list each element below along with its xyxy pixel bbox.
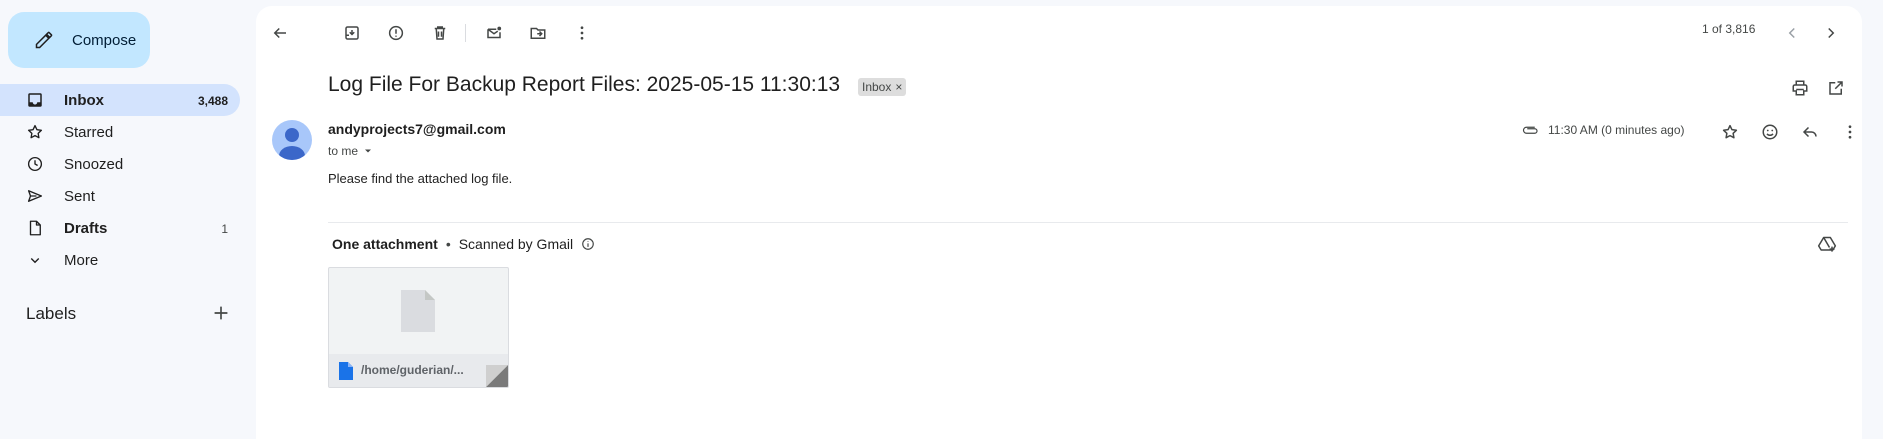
smiley-icon (1762, 124, 1778, 140)
star-icon (1722, 124, 1738, 139)
sidebar-item-snoozed[interactable]: Snoozed (0, 148, 240, 180)
sidebar-item-starred[interactable]: Starred (0, 116, 240, 148)
add-to-drive-icon[interactable] (1817, 235, 1837, 255)
file-placeholder-icon (401, 290, 435, 332)
chevron-down-icon (30, 258, 40, 264)
clock-icon (27, 156, 43, 172)
archive-icon (345, 26, 359, 40)
star-icon (27, 124, 43, 139)
report-spam-button[interactable] (381, 18, 411, 48)
person-icon (279, 128, 305, 160)
folder-move-icon (530, 27, 546, 39)
compose-button[interactable]: Compose (8, 12, 150, 68)
label-chip-text: Inbox (862, 80, 892, 94)
unread-count: 3,488 (197, 94, 228, 108)
spam-icon (388, 25, 404, 41)
attachment-divider (328, 222, 1848, 223)
info-icon[interactable] (581, 237, 595, 251)
newer-button[interactable] (1777, 18, 1807, 48)
delete-button[interactable] (425, 18, 455, 48)
draft-file-icon (29, 220, 41, 236)
recipient-text: to me (328, 144, 359, 158)
sidebar-item-label: Inbox (64, 92, 104, 109)
right-edge (1876, 0, 1883, 439)
attachment-filename: /home/guderian/... (361, 363, 464, 377)
labels-heading: Labels (26, 304, 77, 323)
nav-list: Inbox 3,488 Starred Snoozed Sent Drafts … (0, 84, 240, 276)
emoji-react-button[interactable] (1756, 118, 1784, 146)
sidebar-item-label: Sent (64, 188, 95, 205)
print-button[interactable] (1788, 76, 1812, 100)
scanned-text: Scanned by Gmail (458, 236, 574, 252)
toolbar-divider (465, 24, 466, 42)
drafts-count: 1 (221, 222, 228, 236)
sidebar-item-inbox[interactable]: Inbox 3,488 (0, 84, 240, 116)
attachment-card[interactable]: /home/guderian/... (328, 267, 509, 388)
trash-icon (434, 26, 446, 40)
more-vert-icon (580, 26, 584, 40)
compose-label: Compose (72, 32, 137, 49)
more-vert-icon (1848, 125, 1852, 139)
send-icon (27, 190, 43, 202)
inbox-icon (28, 93, 42, 107)
attachments-heading: One attachment (332, 236, 438, 252)
paperclip-icon (1522, 126, 1538, 134)
sidebar-item-label: More (64, 252, 99, 269)
archive-button[interactable] (337, 18, 367, 48)
page-fold-corner (486, 365, 508, 387)
pencil-icon (35, 31, 53, 49)
open-in-new-icon (1829, 81, 1843, 95)
gmail-window: Compose Inbox 3,488 Starred Snoozed Sent (0, 0, 1883, 439)
avatar[interactable] (272, 120, 312, 160)
older-button[interactable] (1816, 18, 1846, 48)
recipient-details-toggle[interactable]: to me (328, 144, 374, 158)
move-to-button[interactable] (523, 18, 553, 48)
sidebar-item-sent[interactable]: Sent (0, 180, 240, 212)
email-body: Please find the attached log file. (328, 171, 513, 186)
sidebar-item-label: Drafts (64, 220, 108, 237)
message-more-button[interactable] (1836, 118, 1864, 146)
email-subject: Log File For Backup Report Files: 2025-0… (328, 73, 841, 96)
label-chip-inbox: Inbox × (858, 78, 907, 96)
chevron-left-icon (1788, 27, 1795, 39)
chevron-right-icon (1828, 27, 1835, 39)
sender-email[interactable]: andyprojects7@gmail.com (328, 121, 506, 137)
open-new-window-button[interactable] (1824, 76, 1848, 100)
plus-icon[interactable] (210, 302, 232, 324)
sidebar-item-label: Starred (64, 124, 114, 141)
reply-button[interactable] (1796, 118, 1824, 146)
mark-unread-icon (487, 26, 502, 39)
caret-down-icon (365, 149, 372, 153)
star-button[interactable] (1716, 118, 1744, 146)
more-options-button[interactable] (567, 18, 597, 48)
sidebar-item-more[interactable]: More (0, 244, 240, 276)
sidebar-item-drafts[interactable]: Drafts 1 (0, 212, 240, 244)
back-button[interactable] (265, 18, 295, 48)
remove-label-button[interactable]: × (895, 80, 902, 96)
timestamp: 11:30 AM (0 minutes ago) (1548, 123, 1685, 137)
pager-text: 1 of 3,816 (1702, 22, 1756, 36)
blue-file-icon (339, 362, 353, 380)
separator-dot: • (445, 236, 451, 252)
sidebar: Compose Inbox 3,488 Starred Snoozed Sent (0, 0, 256, 439)
message-view: 1 of 3,816 Log File For Backup Report Fi… (256, 6, 1862, 439)
sidebar-item-label: Snoozed (64, 156, 124, 173)
mark-unread-button[interactable] (479, 18, 509, 48)
reply-icon (1802, 126, 1817, 138)
print-icon (1792, 80, 1808, 96)
attachments-header: One attachment • Scanned by Gmail (332, 236, 595, 252)
arrow-left-icon (273, 27, 286, 39)
